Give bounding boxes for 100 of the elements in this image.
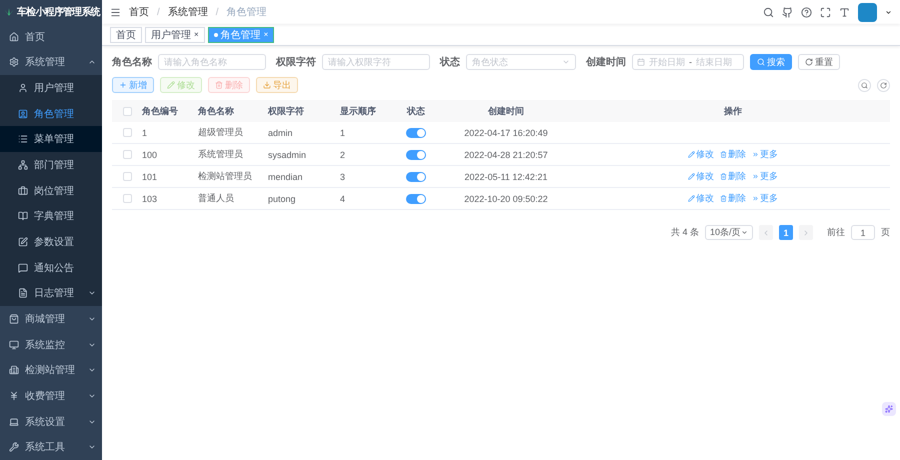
menu-icon: [18, 134, 28, 144]
menu-icon: [9, 442, 19, 452]
download-icon: [263, 81, 271, 89]
search-icon: [763, 6, 774, 18]
table-cell-text: 2022-10-20 09:50:22: [463, 194, 549, 204]
pencil-icon: [167, 81, 175, 89]
chevron-icon: [562, 58, 570, 66]
menu-icon: [18, 82, 28, 93]
status-switch[interactable]: [406, 172, 426, 182]
sidebar-subitem[interactable]: 字典管理: [0, 203, 102, 230]
fullscreen-icon: [820, 6, 831, 18]
table-cell-text: 2: [340, 150, 346, 160]
jump-label: 前往: [827, 226, 845, 239]
avatar[interactable]: [858, 2, 877, 22]
menu-icon: [9, 314, 19, 324]
table-cell-text: 2022-04-28 21:20:57: [463, 150, 549, 160]
pencil-icon: [688, 195, 695, 202]
double-chevron-icon: [752, 173, 759, 180]
table-cell-text: mendian: [268, 172, 304, 182]
field-label: 状态: [440, 56, 460, 69]
menu-icon: [18, 288, 28, 298]
help-icon: [801, 6, 812, 18]
column-header: 创建时间: [486, 104, 525, 118]
tab-label: 首页: [116, 28, 136, 42]
status-switch[interactable]: [406, 194, 426, 204]
sidebar-subitem[interactable]: 用户管理: [0, 75, 102, 101]
menu-icon: [9, 416, 19, 427]
column-header: 权限字符: [268, 104, 305, 118]
checkbox[interactable]: [122, 106, 132, 116]
column-header: 角色编号: [142, 104, 179, 118]
breadcrumb-item[interactable]: 首页: [129, 5, 149, 19]
input-field[interactable]: 请输入角色名称: [158, 54, 266, 70]
table-cell-text: 超级管理员: [198, 126, 244, 139]
assistant-button[interactable]: [882, 402, 896, 416]
refresh-icon: [880, 82, 887, 88]
table-cell-text: sysadmin: [268, 150, 308, 160]
plus-icon: [119, 81, 127, 89]
dot-icon: [214, 32, 218, 36]
pencil-icon: [688, 151, 695, 158]
table-cell-text: 103: [142, 194, 158, 204]
sidebar-subitem[interactable]: 参数设置: [0, 229, 102, 255]
close-icon[interactable]: ×: [194, 30, 199, 39]
trash-icon: [720, 195, 727, 202]
sidebar-subitem[interactable]: 部门管理: [0, 152, 102, 178]
table-cell-text: 检测站管理员: [198, 170, 253, 183]
github-icon: [782, 6, 793, 18]
date-range-field[interactable]: 开始日期 - 结束日期: [632, 54, 744, 70]
checkbox[interactable]: [122, 150, 132, 159]
breadcrumb-separator: /: [157, 6, 160, 18]
column-header: 显示顺序: [340, 104, 377, 118]
table-cell-text: 4: [340, 194, 346, 204]
refresh-icon: [805, 58, 813, 66]
breadcrumb-separator: /: [216, 6, 219, 18]
sidebar-subitem[interactable]: 通知公告: [0, 254, 102, 280]
trash-icon: [720, 151, 727, 158]
field-label: 创建时间: [586, 56, 626, 69]
menu-icon: [9, 340, 19, 350]
status-switch[interactable]: [406, 128, 426, 138]
page-size-select[interactable]: 10条/页: [705, 225, 753, 240]
table-cell-text: admin: [268, 128, 294, 138]
menu-icon: [18, 236, 28, 247]
table-cell-text: 2022-05-11 12:42:21: [464, 172, 548, 182]
calendar-icon: [637, 58, 645, 66]
page-input[interactable]: 1: [851, 225, 875, 240]
refresh-button[interactable]: [877, 78, 890, 92]
breadcrumb-item[interactable]: 系统管理: [168, 5, 208, 19]
sidebar-subitem[interactable]: 日志管理: [0, 280, 102, 306]
field-label: 角色名称: [112, 56, 152, 69]
double-chevron-icon: [752, 195, 759, 202]
search-icon: [757, 58, 765, 66]
table-cell-text: 2022-04-17 16:20:49: [463, 128, 549, 138]
table-cell-text: 3: [340, 172, 346, 182]
double-chevron-icon: [752, 151, 759, 158]
page-suffix: 页: [881, 226, 890, 239]
search-toggle-button[interactable]: [858, 78, 871, 92]
status-switch[interactable]: [406, 150, 426, 160]
menu-icon: [9, 32, 19, 42]
table-cell-text: 系统管理员: [198, 148, 244, 161]
tab-label: 角色管理: [220, 28, 261, 42]
sidebar-subitem[interactable]: 岗位管理: [0, 178, 102, 204]
tab[interactable]: 首页: [110, 26, 142, 42]
sidebar-subitem[interactable]: 菜单管理: [0, 126, 102, 152]
menu-icon: [18, 186, 28, 196]
search-icon: [861, 82, 868, 88]
chevron-left-icon: [762, 228, 770, 236]
tab-label: 用户管理: [151, 28, 191, 42]
menu-icon: [9, 390, 19, 401]
menu-icon: [18, 108, 28, 119]
reset-button[interactable]: 重置: [798, 54, 840, 70]
checkbox[interactable]: [122, 194, 132, 203]
chevron-icon: [741, 229, 748, 236]
sidebar-subitem[interactable]: 角色管理: [0, 100, 102, 126]
input-field[interactable]: 请输入权限字符: [322, 54, 430, 70]
tab[interactable]: 用户管理 ×: [145, 26, 205, 42]
app-title: 车检小程序管理系统: [17, 5, 100, 19]
table-cell-text: putong: [268, 194, 297, 204]
font-size-icon: [839, 6, 850, 18]
checkbox[interactable]: [122, 128, 132, 137]
checkbox[interactable]: [122, 172, 132, 181]
field-label: 权限字符: [276, 55, 316, 69]
